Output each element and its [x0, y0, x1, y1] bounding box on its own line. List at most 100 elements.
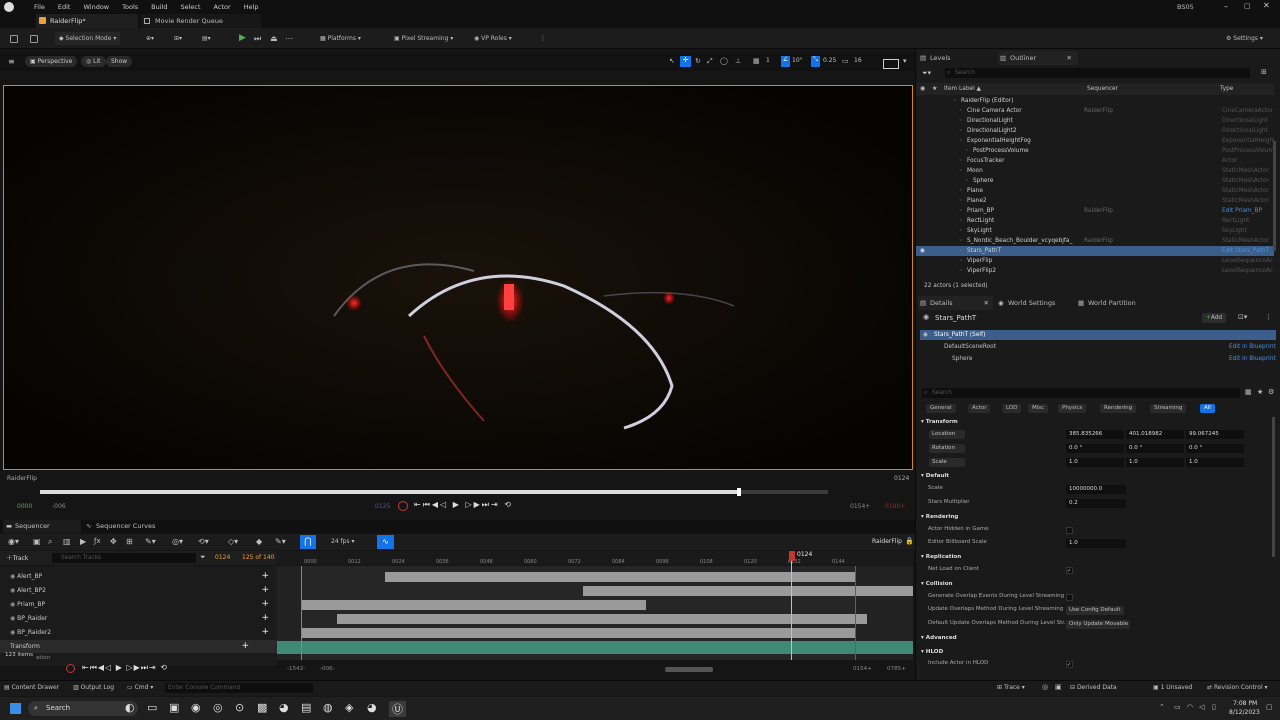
- scale-z-field[interactable]: 1.0: [1186, 458, 1244, 467]
- section-default[interactable]: ▾ Default: [921, 471, 1269, 481]
- level-viewport[interactable]: [3, 85, 913, 470]
- translate-tool-icon[interactable]: ✛: [680, 56, 691, 67]
- location-z-field[interactable]: 99.067245: [1186, 430, 1244, 439]
- rotation-y-field[interactable]: 0.0 °: [1126, 444, 1184, 453]
- visibility-eye-icon[interactable]: ◉: [920, 246, 925, 256]
- copilot-icon[interactable]: ◐: [125, 701, 135, 714]
- blueprint-icon[interactable]: ⊞▾: [170, 32, 186, 45]
- tab-world-settings[interactable]: ◉ World Settings: [996, 296, 1076, 310]
- scale-dropdown[interactable]: Scale: [929, 458, 965, 467]
- close-details-icon[interactable]: ✕: [984, 296, 989, 310]
- outliner-row[interactable]: ◦ Sphere StaticMeshActor: [916, 176, 1274, 186]
- track-row[interactable]: Transform +: [0, 640, 277, 653]
- angle-snap-value[interactable]: 10°: [792, 57, 803, 64]
- camera-icon[interactable]: ▶: [80, 537, 86, 546]
- filter-lod[interactable]: LOD: [1002, 404, 1022, 413]
- column-sequencer[interactable]: Sequencer: [1087, 86, 1118, 92]
- details-search-input[interactable]: ⌕ Search: [922, 388, 1240, 398]
- menu-item-window[interactable]: Window: [83, 3, 109, 11]
- filter-icon[interactable]: ⏷: [200, 553, 206, 562]
- maximize-icon[interactable]: ▢: [1244, 2, 1251, 10]
- steam-icon[interactable]: ◕: [279, 701, 289, 714]
- rotation-dropdown[interactable]: Rotation: [929, 444, 965, 453]
- out-frame-field[interactable]: 0154+: [850, 503, 870, 510]
- outliner-row[interactable]: ◦ Moon StaticMeshActor: [916, 166, 1274, 176]
- fx-icon[interactable]: ƒx: [94, 537, 101, 545]
- camera-speed-value[interactable]: 16: [854, 57, 862, 64]
- start-offset-field[interactable]: -006: [52, 503, 66, 510]
- filter-misc[interactable]: Misc: [1028, 404, 1049, 413]
- render-icon[interactable]: ▥: [63, 537, 71, 546]
- search-tracks-input[interactable]: Search Tracks: [52, 553, 196, 563]
- key-icon[interactable]: ◇▾: [228, 537, 238, 546]
- outliner-row[interactable]: ◦ SkyLight SkyLight: [916, 226, 1274, 236]
- transform-icon[interactable]: ✥: [110, 537, 117, 546]
- outliner-scrollbar[interactable]: [1273, 141, 1276, 251]
- column-item-label[interactable]: Item Label ▲: [944, 86, 981, 92]
- section-replication[interactable]: ▾ Replication: [921, 552, 1269, 562]
- timeline-ruler[interactable]: 0000 0012 0024 0036 0048 0060 0072 0084 0096 0108…: [277, 551, 913, 565]
- outliner-row[interactable]: ◦ FocusTracker Actor: [916, 156, 1274, 166]
- grid-snap-icon[interactable]: ▦: [753, 57, 760, 65]
- view-options-icon[interactable]: ◎▾: [172, 537, 183, 546]
- outliner-row[interactable]: ◦ ExponentialHeightFog ExponentialHeight: [916, 136, 1274, 146]
- include-hlod-checkbox[interactable]: ✓: [1066, 661, 1073, 668]
- view-range-start[interactable]: -1542-: [287, 666, 305, 672]
- store-icon[interactable]: ▣: [169, 701, 179, 714]
- outliner-row[interactable]: ◦ DirectionalLight DirectionalLight: [916, 116, 1274, 126]
- browser-icon[interactable]: ◍: [323, 701, 333, 714]
- outliner-row[interactable]: ◦ Priam_BP RaiderFlip Edit Priam_BP: [916, 206, 1274, 216]
- curve-editor-icon[interactable]: ∿: [377, 535, 394, 549]
- steam-app-icon[interactable]: ◕: [367, 701, 377, 714]
- section-advanced[interactable]: ▾ Advanced: [921, 633, 1269, 643]
- viewport-layout-icon[interactable]: [883, 59, 899, 69]
- unsaved-button[interactable]: ▣ 1 Unsaved: [1153, 684, 1192, 691]
- console-input[interactable]: Enter Console Command: [165, 683, 313, 693]
- network-icon[interactable]: ▭: [1174, 703, 1181, 711]
- tab-sequencer[interactable]: ▬ Sequencer: [3, 520, 81, 533]
- content-drawer-button[interactable]: ▤ Content Drawer: [4, 684, 59, 691]
- windows-start-icon[interactable]: [10, 703, 21, 714]
- outliner-row[interactable]: ◦ S_Nordic_Beach_Boulder_vcyqebjfa_ Raider…: [916, 236, 1274, 246]
- tab-raiderflip[interactable]: RaiderFlip*: [36, 14, 138, 28]
- section-alert-bp2[interactable]: [583, 586, 913, 596]
- tray-chevron-icon[interactable]: ⌃: [1159, 703, 1165, 711]
- outliner-item-type[interactable]: Edit Stars_PathT: [1222, 246, 1269, 256]
- insights-icon[interactable]: ▣: [1055, 683, 1062, 691]
- perspective-button[interactable]: ▣ Perspective: [25, 56, 78, 67]
- rotation-x-field[interactable]: 0.0 °: [1066, 444, 1124, 453]
- pixel-streaming-dropdown[interactable]: ▣ Pixel Streaming ▾: [390, 32, 457, 45]
- add-track-plus-icon[interactable]: +: [261, 598, 269, 611]
- outliner-row[interactable]: ◦ Plane StaticMeshActor: [916, 186, 1274, 196]
- actor-name[interactable]: Stars_PathT: [935, 314, 976, 322]
- cmd-dropdown[interactable]: ▭ Cmd ▾: [127, 684, 153, 691]
- current-frame-field[interactable]: 0124: [215, 554, 230, 561]
- end-frame-field[interactable]: 0190+: [885, 503, 905, 510]
- sequencer-playback-controls[interactable]: ⇤⏮◀◁ ▶ ▷▶⏭⇥ ⟲: [82, 663, 168, 673]
- file-explorer-icon[interactable]: ▭: [147, 701, 157, 714]
- edit-in-blueprint-link[interactable]: Edit in Blueprint: [1229, 342, 1276, 352]
- menu-item-file[interactable]: File: [34, 3, 45, 11]
- outliner-row[interactable]: ◦ DirectionalLight2 DirectionalLight: [916, 126, 1274, 136]
- select-tool-icon[interactable]: ↖: [669, 57, 675, 65]
- playhead-marker[interactable]: [789, 551, 795, 561]
- derived-data-button[interactable]: ⊟ Derived Data: [1070, 684, 1117, 691]
- component-row[interactable]: Sphere Edit in Blueprint: [920, 354, 1276, 364]
- details-scrollbar[interactable]: [1272, 417, 1275, 557]
- section-alert-bp[interactable]: [385, 572, 855, 582]
- clock-date[interactable]: 8/12/2023: [1229, 709, 1260, 716]
- unreal-logo-icon[interactable]: [4, 2, 14, 12]
- track-row[interactable]: ◉ BP_Raider +: [0, 612, 277, 625]
- record-status-icon[interactable]: ◎: [1042, 683, 1048, 691]
- tab-details[interactable]: ▤ Details ✕: [918, 296, 993, 310]
- outliner-row[interactable]: ◦ Cine Camera Actor RaiderFlip CineCameraAc…: [916, 106, 1274, 116]
- camera-speed-icon[interactable]: ▭: [842, 57, 849, 65]
- output-log-button[interactable]: ▥ Output Log: [73, 684, 114, 691]
- add-track-plus-icon[interactable]: +: [261, 570, 269, 583]
- step-button[interactable]: ⏭: [250, 32, 265, 45]
- lit-button[interactable]: ◎ Lit: [81, 56, 106, 67]
- tab-movie-render-queue[interactable]: Movie Render Queue: [141, 14, 261, 28]
- start-frame-field[interactable]: 0000: [17, 503, 32, 510]
- grid-icon[interactable]: ⊞: [126, 537, 133, 546]
- settings-button[interactable]: ⚙ Settings ▾: [1222, 32, 1267, 45]
